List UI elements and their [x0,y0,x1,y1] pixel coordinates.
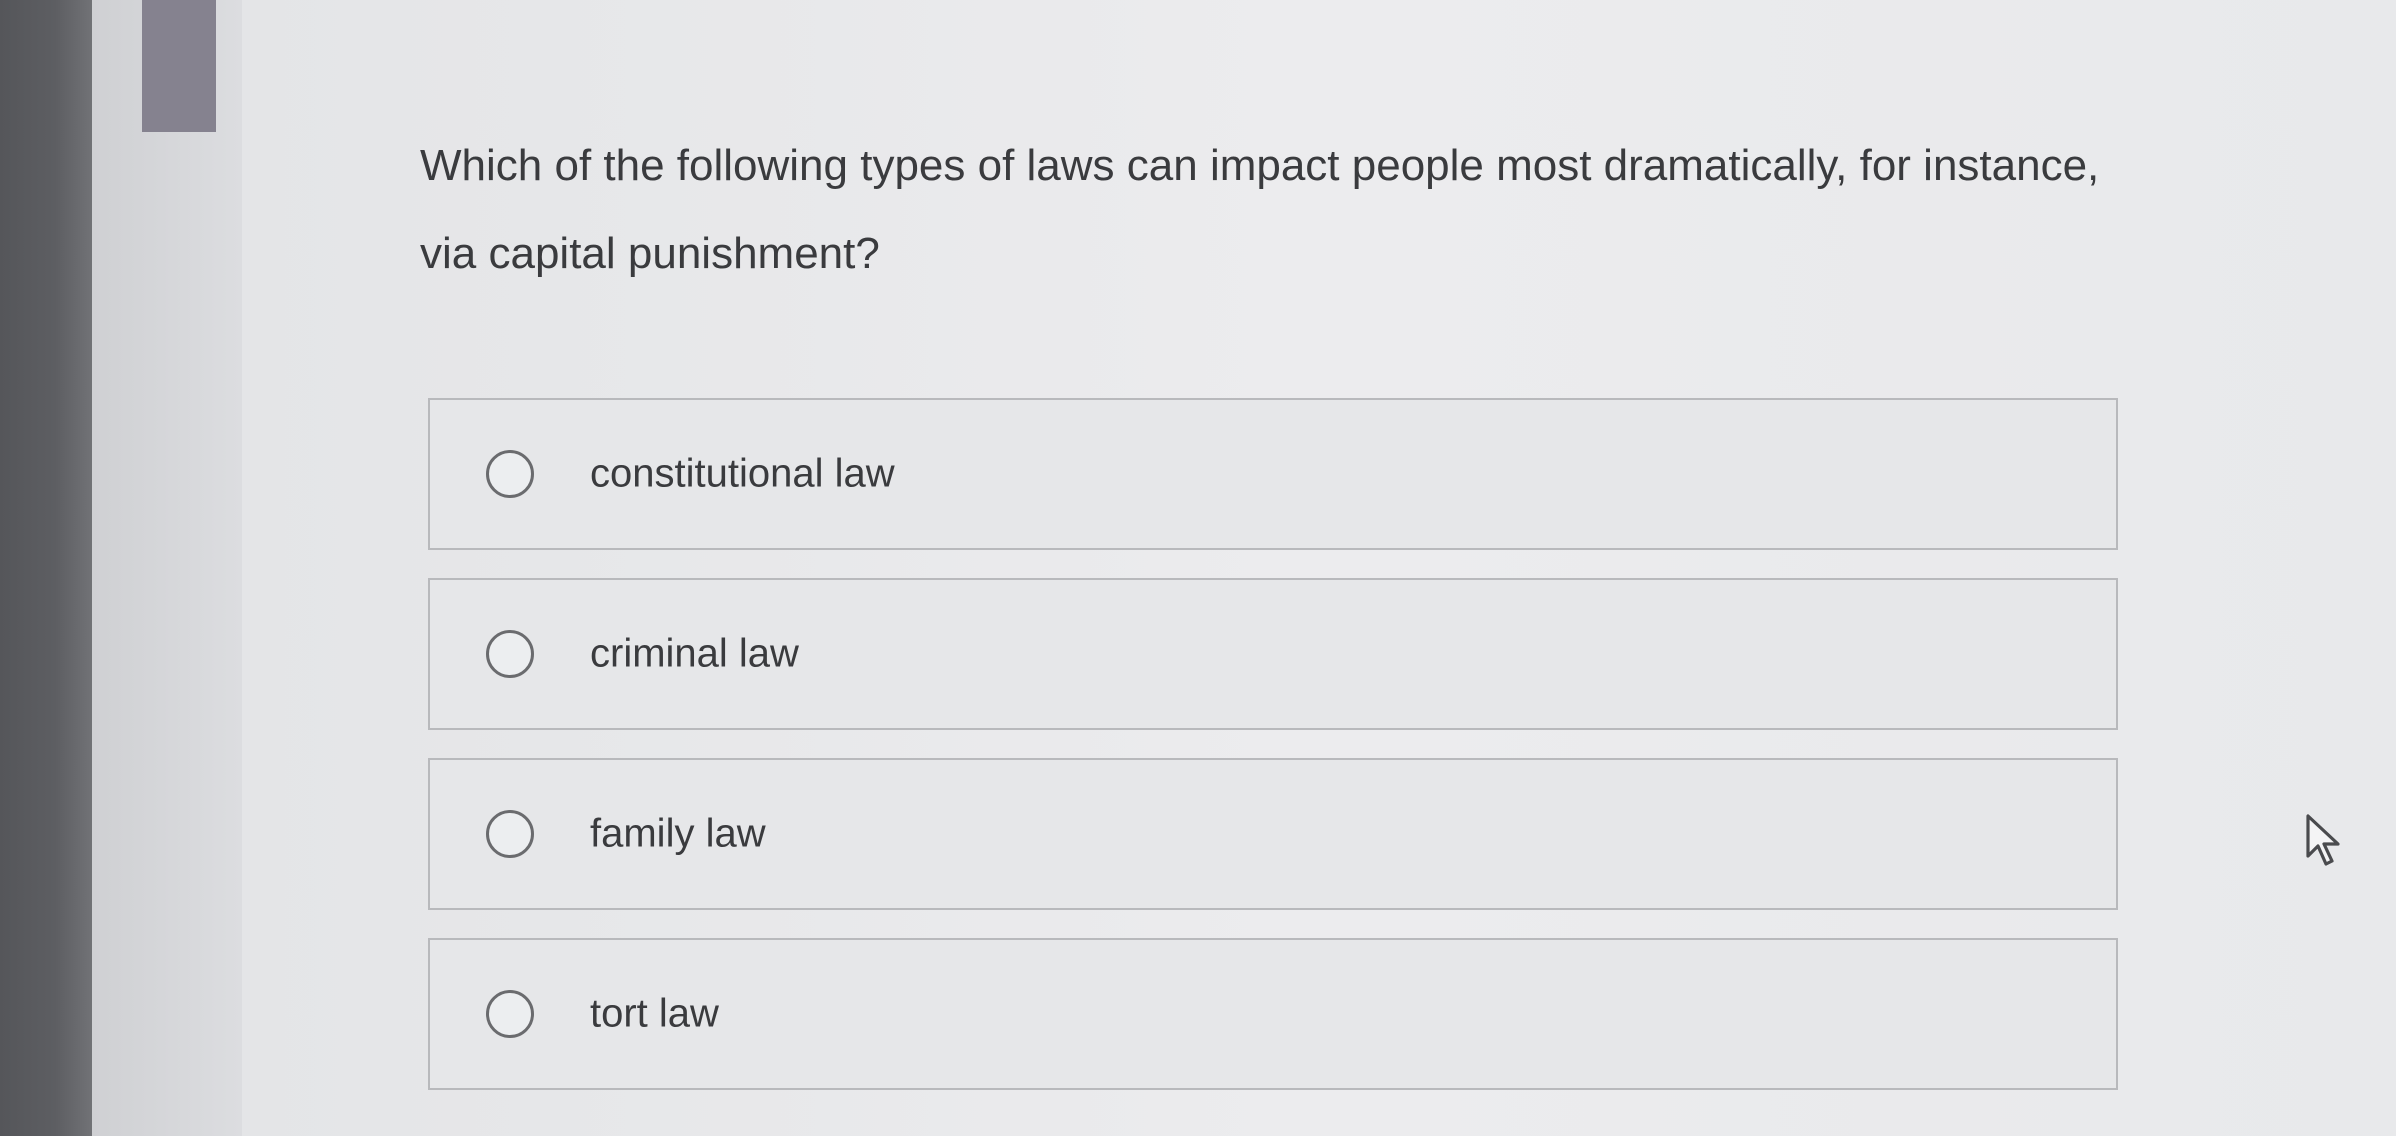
answer-option-tort-law[interactable]: tort law [428,938,2118,1090]
left-panel [92,0,242,1136]
monitor-bezel [0,0,92,1136]
answer-option-label: tort law [590,991,719,1036]
answer-option-label: criminal law [590,631,799,676]
radio-button-icon[interactable] [486,450,534,498]
radio-button-icon[interactable] [486,630,534,678]
answer-option-label: constitutional law [590,451,895,496]
question-text: Which of the following types of laws can… [420,141,2100,278]
radio-button-icon[interactable] [486,990,534,1038]
mouse-pointer-icon [2306,814,2340,866]
answer-option-criminal-law[interactable]: criminal law [428,578,2118,730]
answer-option-label: family law [590,811,766,856]
answer-options: constitutional law criminal law family l… [428,398,2118,1118]
answer-option-constitutional-law[interactable]: constitutional law [428,398,2118,550]
radio-button-icon[interactable] [486,810,534,858]
left-panel-accent [142,0,216,132]
answer-option-family-law[interactable]: family law [428,758,2118,910]
